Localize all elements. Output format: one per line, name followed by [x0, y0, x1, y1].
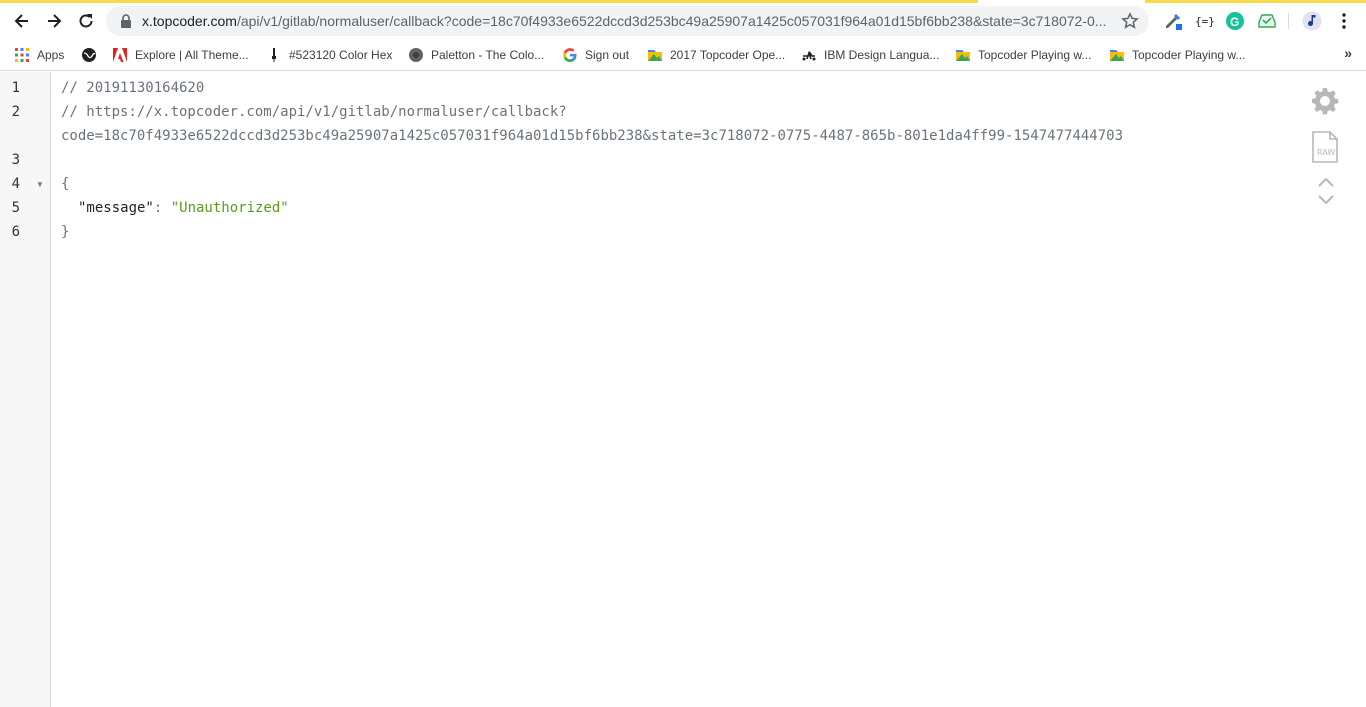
arrow-left-icon — [14, 14, 28, 28]
google-icon — [562, 47, 578, 63]
line-number: 6 — [11, 224, 20, 240]
bookmarks-bar: Apps Explore | All Theme... #523120 Colo… — [0, 39, 1366, 71]
line-number: 1 — [11, 80, 20, 96]
url-comment-continued: code=18c70f4933e6522dccd3d253bc49a25907a… — [61, 128, 1124, 144]
svg-text:{=}: {=} — [1195, 15, 1214, 28]
browser-toolbar: x.topcoder.com/api/v1/gitlab/normaluser/… — [0, 3, 1366, 39]
expand-all-chevron-down-icon[interactable] — [1316, 193, 1336, 207]
profile-avatar-icon[interactable] — [1302, 11, 1322, 31]
url-host: x.topcoder.com — [142, 13, 237, 29]
bookmark-label: Topcoder Playing w... — [1132, 48, 1246, 62]
arrow-right-icon — [48, 14, 62, 28]
timestamp-comment: // 20191130164620 — [61, 80, 205, 96]
svg-text:G: G — [1230, 15, 1239, 29]
bookmark-label: #523120 Color Hex — [289, 48, 393, 62]
bookmarks-overflow-chevron-icon[interactable]: » — [1344, 45, 1352, 61]
bookmark-topcoder-open[interactable]: 2017 Topcoder Ope... — [647, 45, 785, 65]
bookmark-adobe[interactable]: Explore | All Theme... — [112, 45, 249, 65]
topcoder-icon — [955, 47, 971, 63]
color-dropper-icon — [266, 47, 282, 63]
globe-icon — [81, 47, 97, 63]
topcoder-icon — [647, 47, 663, 63]
extension-grammarly-icon[interactable]: G — [1225, 11, 1245, 31]
forward-button[interactable] — [40, 7, 68, 35]
bookmark-star-icon[interactable] — [1121, 12, 1139, 30]
close-brace: } — [61, 224, 70, 240]
apps-grid-icon — [14, 47, 30, 63]
line-number-gutter: 1 2 3 4 ▼ 5 6 — [0, 72, 51, 707]
fold-toggle-icon[interactable]: ▼ — [36, 180, 44, 189]
line-number: 4 — [11, 176, 20, 192]
json-property: "message": "Unauthorized" — [78, 200, 289, 216]
bookmark-topcoder-playing-1[interactable]: Topcoder Playing w... — [955, 45, 1091, 65]
bookmark-color-hex[interactable]: #523120 Color Hex — [266, 45, 392, 65]
bookmark-globe[interactable] — [81, 45, 97, 65]
bookmark-label: IBM Design Langua... — [824, 48, 940, 62]
extension-json-icon[interactable]: {=} — [1194, 11, 1214, 31]
url-comment: // https://x.topcoder.com/api/v1/gitlab/… — [61, 104, 567, 120]
lock-icon — [121, 14, 131, 28]
json-key: "message" — [78, 200, 154, 216]
back-button[interactable] — [8, 7, 36, 35]
bookmark-apps[interactable]: Apps — [14, 45, 64, 65]
json-colon: : — [153, 200, 171, 216]
reload-icon — [79, 14, 93, 28]
bookmark-label: 2017 Topcoder Ope... — [670, 48, 786, 62]
line-number: 3 — [11, 152, 20, 168]
paletton-icon — [408, 47, 424, 63]
settings-gear-icon[interactable] — [1310, 86, 1340, 116]
collapse-all-chevron-up-icon[interactable] — [1316, 175, 1336, 189]
extension-inbox-icon[interactable] — [1257, 11, 1277, 31]
bookmark-label: Apps — [37, 48, 65, 62]
raw-view-button[interactable]: RAW — [1311, 130, 1339, 164]
url-path: /api/v1/gitlab/normaluser/callback?code=… — [236, 13, 1107, 29]
bookmark-label: Paletton - The Colo... — [431, 48, 545, 62]
raw-label: RAW — [1317, 148, 1335, 157]
bookmark-label: Topcoder Playing w... — [978, 48, 1092, 62]
bookmark-label: Sign out — [585, 48, 630, 62]
line-number: 2 — [11, 104, 20, 120]
browser-menu-button[interactable] — [1334, 11, 1354, 31]
bookmark-label: Explore | All Theme... — [135, 48, 249, 62]
adobe-icon — [112, 47, 128, 63]
json-viewer: 1 2 3 4 ▼ 5 6 // 20191130164620 // https… — [0, 72, 1366, 707]
reload-button[interactable] — [72, 7, 100, 35]
extension-dropper-icon[interactable] — [1163, 11, 1183, 31]
raw-file-icon: RAW — [1312, 131, 1338, 163]
kebab-menu-icon — [1342, 13, 1346, 29]
bookmark-paletton[interactable]: Paletton - The Colo... — [408, 45, 544, 65]
open-brace: { — [61, 176, 70, 192]
ibm-icon — [801, 47, 817, 63]
bookmark-topcoder-playing-2[interactable]: Topcoder Playing w... — [1109, 45, 1245, 65]
toolbar-divider — [1288, 13, 1289, 29]
address-bar[interactable]: x.topcoder.com/api/v1/gitlab/normaluser/… — [106, 6, 1149, 36]
topcoder-icon — [1109, 47, 1125, 63]
json-string-value: "Unauthorized" — [170, 200, 289, 216]
line-number: 5 — [11, 200, 20, 216]
bookmark-ibm-design[interactable]: IBM Design Langua... — [801, 45, 939, 65]
bookmark-sign-out[interactable]: Sign out — [562, 45, 629, 65]
url-text[interactable]: x.topcoder.com/api/v1/gitlab/normaluser/… — [142, 6, 1112, 36]
